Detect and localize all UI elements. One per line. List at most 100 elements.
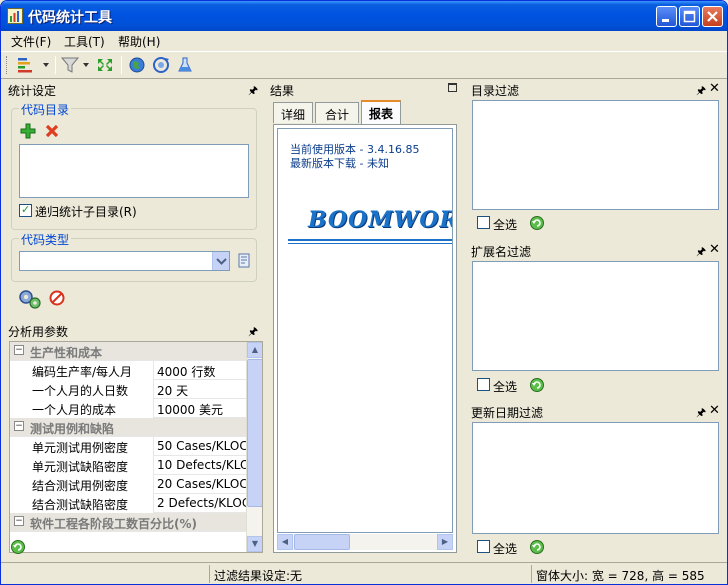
edit-types-icon[interactable] xyxy=(236,252,252,270)
code-dir-list[interactable] xyxy=(19,144,249,198)
toolbar xyxy=(1,51,727,79)
category-row[interactable]: − 生产性和成本 xyxy=(10,342,248,361)
update-button[interactable] xyxy=(151,55,173,75)
dir-refresh-icon[interactable] xyxy=(529,215,545,231)
scroll-up-icon[interactable]: ▲ xyxy=(247,342,262,358)
web-button[interactable] xyxy=(127,55,149,75)
panel-title: 扩展名过滤 xyxy=(471,245,532,259)
panel-title: 目录过滤 xyxy=(471,84,520,98)
delete-icon[interactable] xyxy=(44,123,60,139)
date-refresh-icon[interactable] xyxy=(529,539,545,555)
param-row[interactable]: 单元测试用例密度 50 Cases/KLOC xyxy=(10,437,248,456)
close-icon[interactable]: ✕ xyxy=(709,403,720,418)
pin-icon[interactable]: 🖈 xyxy=(696,82,706,101)
param-key: 一个人月的人日数 xyxy=(10,380,154,399)
param-row[interactable]: 一个人月的成本 10000 美元 xyxy=(10,399,248,418)
panel-header: 结果 xyxy=(267,80,463,98)
scroll-thumb[interactable] xyxy=(247,359,262,507)
sort-dropdown-button[interactable] xyxy=(15,55,53,75)
collapse-icon[interactable]: − xyxy=(14,345,24,355)
close-icon[interactable]: ✕ xyxy=(709,81,720,96)
param-value[interactable]: 10000 美元 xyxy=(157,401,247,418)
minimize-icon xyxy=(662,19,669,22)
scroll-thumb[interactable] xyxy=(294,534,350,550)
param-row[interactable]: 结合测试用例密度 20 Cases/KLOC xyxy=(10,475,248,494)
param-row[interactable]: 单元测试缺陷密度 10 Defects/KLOC xyxy=(10,456,248,475)
collapse-icon[interactable]: − xyxy=(14,421,24,431)
param-value[interactable]: 4000 行数 xyxy=(157,363,247,380)
toolbar-grip[interactable] xyxy=(6,56,9,74)
window-title: 代码统计工具 xyxy=(28,10,112,26)
dropdown-button[interactable] xyxy=(212,252,229,270)
params-refresh-icon[interactable] xyxy=(10,539,26,555)
collapse-icon[interactable]: − xyxy=(14,516,24,526)
menu-bar: 文件(F) 工具(T) 帮助(H) xyxy=(1,31,727,51)
panel-header: 统计设定 🖈 xyxy=(5,80,263,98)
ext-select-all-checkbox[interactable] xyxy=(477,378,490,391)
recursive-label: 递归统计子目录(R) xyxy=(35,205,137,219)
date-select-all-checkbox[interactable] xyxy=(477,540,490,553)
category-row[interactable]: − 测试用例和缺陷 xyxy=(10,418,248,437)
scroll-left-icon[interactable]: ◀ xyxy=(277,534,293,550)
pin-icon[interactable]: 🖈 xyxy=(696,404,706,423)
filter-status-text: 过滤结果设定:无 xyxy=(209,565,531,583)
tab-summary[interactable]: 合计 xyxy=(315,102,359,123)
minimize-button[interactable] xyxy=(656,6,677,27)
dir-filter-list[interactable] xyxy=(472,100,719,210)
analysis-params-panel: 分析用参数 🖈 − 生产性和成本 编码生产率/每人月 4000 行数 一个人月的… xyxy=(5,321,263,559)
pin-icon[interactable]: 🖈 xyxy=(248,82,258,101)
param-value[interactable]: 20 Cases/KLOC xyxy=(157,477,247,491)
category-row[interactable]: − 软件工程各阶段工数百分比(%) xyxy=(10,513,248,532)
close-button[interactable] xyxy=(702,6,723,27)
code-type-label: 代码类型 xyxy=(19,231,72,248)
param-row[interactable]: 结合测试缺陷密度 2 Defects/KLOC xyxy=(10,494,248,513)
param-row[interactable]: 编码生产率/每人月 4000 行数 xyxy=(10,361,248,380)
param-value[interactable]: 2 Defects/KLOC xyxy=(157,496,247,510)
add-icon[interactable] xyxy=(20,123,36,139)
menu-file[interactable]: 文件(F) xyxy=(11,33,51,50)
tab-detail[interactable]: 详细 xyxy=(273,102,313,123)
app-window: 代码统计工具 文件(F) 工具(T) 帮助(H) 统计设定 🖈 代码目录 ✓ 递… xyxy=(0,0,728,585)
expand-button[interactable] xyxy=(94,55,116,75)
menu-tools[interactable]: 工具(T) xyxy=(64,33,105,50)
param-value[interactable]: 20 天 xyxy=(157,382,247,399)
ext-select-all-label: 全选 xyxy=(493,380,518,394)
run-stats-icon[interactable] xyxy=(17,288,43,310)
status-segment-empty xyxy=(1,565,209,583)
maximize-button[interactable] xyxy=(679,6,700,27)
report-hscrollbar[interactable]: ◀ ▶ xyxy=(277,534,453,550)
flask-icon xyxy=(178,57,192,72)
pin-icon[interactable]: 🖈 xyxy=(248,323,258,342)
params-scrollbar[interactable]: ▲ ▼ xyxy=(246,342,262,552)
param-value[interactable]: 50 Cases/KLOC xyxy=(157,439,247,453)
scroll-right-icon[interactable]: ▶ xyxy=(437,534,453,550)
about-button[interactable] xyxy=(175,55,197,75)
pin-icon[interactable]: 🖈 xyxy=(696,243,706,262)
ext-filter-list[interactable] xyxy=(472,261,719,371)
report-view[interactable]: 当前使用版本 - 3.4.16.85 最新版本下载 - 未知 BOOMWORKS xyxy=(277,128,453,533)
recursive-checkbox[interactable]: ✓ xyxy=(19,203,32,217)
date-filter-list[interactable] xyxy=(472,422,719,534)
scroll-down-icon[interactable]: ▼ xyxy=(247,536,262,552)
category-label: 软件工程各阶段工数百分比(%) xyxy=(30,517,197,531)
tab-report[interactable]: 报表 xyxy=(361,100,401,124)
title-bar[interactable]: 代码统计工具 xyxy=(1,1,727,31)
app-chart-icon xyxy=(7,8,23,24)
code-type-select[interactable] xyxy=(19,251,230,271)
menu-help[interactable]: 帮助(H) xyxy=(118,33,160,50)
close-icon[interactable]: ✕ xyxy=(709,242,720,257)
toolbar-separator xyxy=(121,56,122,74)
filter-dropdown-button[interactable] xyxy=(59,55,93,75)
latest-version-link[interactable]: 最新版本下载 - 未知 xyxy=(290,155,389,171)
param-value[interactable]: 10 Defects/KLOC xyxy=(157,458,247,472)
maximize-panel-icon[interactable] xyxy=(448,83,457,92)
dir-select-all-checkbox[interactable] xyxy=(477,216,490,229)
ext-refresh-icon[interactable] xyxy=(529,377,545,393)
param-key: 单元测试缺陷密度 xyxy=(10,456,154,475)
param-key: 结合测试用例密度 xyxy=(10,475,154,494)
param-row[interactable]: 一个人月的人日数 20 天 xyxy=(10,380,248,399)
panel-header: 扩展名过滤 🖈 ✕ xyxy=(468,241,725,259)
stop-icon[interactable] xyxy=(49,290,67,308)
date-filter-panel: 更新日期过滤 🖈 ✕ 全选 xyxy=(468,402,725,559)
code-dir-group: 代码目录 ✓ 递归统计子目录(R) xyxy=(11,101,257,230)
